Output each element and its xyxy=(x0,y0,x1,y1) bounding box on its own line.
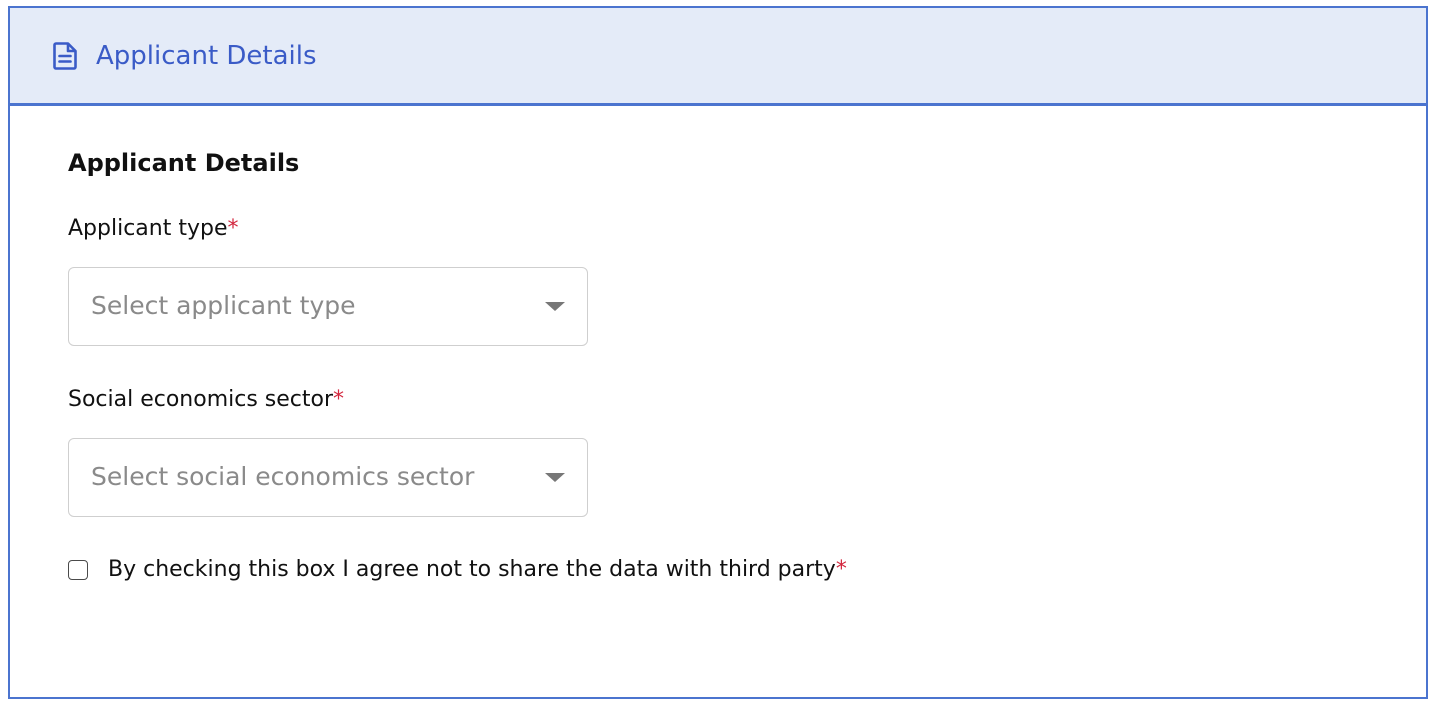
applicant-details-card: Applicant Details Applicant Details Appl… xyxy=(8,6,1428,699)
applicant-type-select[interactable]: Select applicant type xyxy=(68,267,588,346)
card-header-title: Applicant Details xyxy=(96,41,317,71)
chevron-down-icon xyxy=(545,302,565,311)
document-icon xyxy=(53,42,77,70)
applicant-type-placeholder: Select applicant type xyxy=(91,291,356,320)
section-title: Applicant Details xyxy=(68,149,300,177)
required-asterisk: * xyxy=(227,216,239,241)
social-economics-sector-label: Social economics sector* xyxy=(68,386,344,414)
card-header: Applicant Details xyxy=(10,8,1426,106)
agreement-label-text: By checking this box I agree not to shar… xyxy=(108,557,836,582)
required-asterisk: * xyxy=(835,557,847,582)
chevron-down-icon xyxy=(545,473,565,482)
agreement-checkbox[interactable] xyxy=(68,560,88,580)
required-asterisk: * xyxy=(333,387,345,412)
applicant-type-label: Applicant type* xyxy=(68,215,239,243)
applicant-type-label-text: Applicant type xyxy=(68,216,228,241)
social-economics-sector-label-text: Social economics sector xyxy=(68,387,334,412)
social-economics-sector-placeholder: Select social economics sector xyxy=(91,462,475,491)
agreement-label[interactable]: By checking this box I agree not to shar… xyxy=(108,554,847,586)
social-economics-sector-select[interactable]: Select social economics sector xyxy=(68,438,588,517)
